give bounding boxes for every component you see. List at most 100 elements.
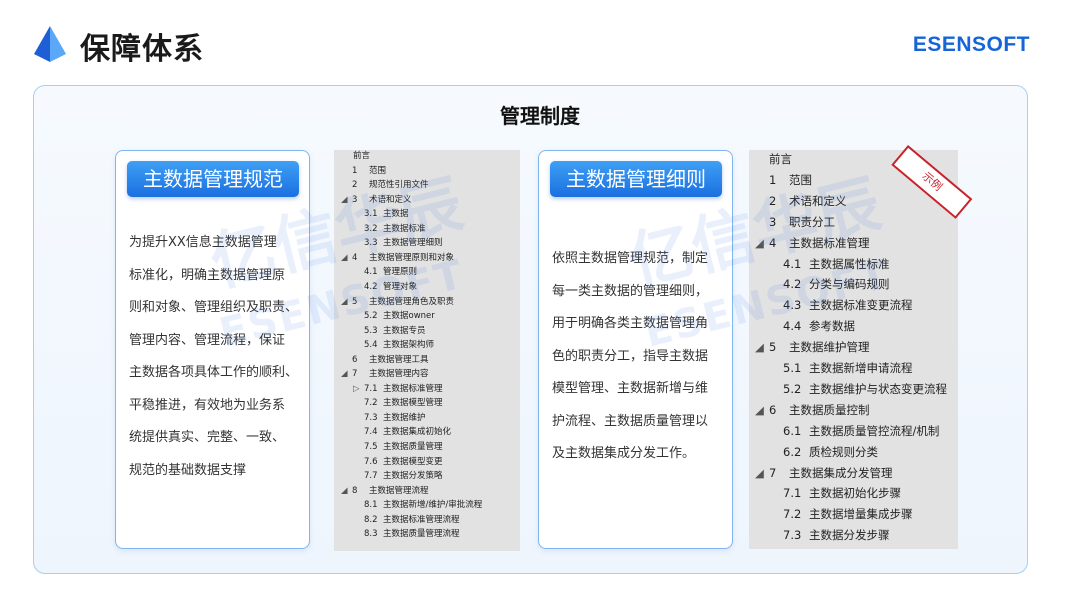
- toc-entry: 4.2 分类与编码规则: [783, 274, 890, 294]
- toc-text: 主数据标准: [383, 223, 426, 234]
- toc-entry: 3 职责分工: [769, 212, 835, 232]
- toc-number: 3.3: [364, 238, 378, 249]
- toc-entry: 1 范围: [352, 164, 386, 178]
- toc-number: 4.3: [783, 298, 802, 313]
- toc-text: 范围: [789, 172, 812, 187]
- collapsed-arrow-icon[interactable]: ▷: [353, 382, 364, 396]
- card-title: 主数据管理细则: [550, 161, 722, 197]
- toc-number: 3.2: [364, 223, 378, 234]
- toc-entry: 7.5 主数据质量管理: [364, 440, 443, 454]
- toc-number: 5: [769, 340, 777, 355]
- toc-text: 前言: [353, 151, 371, 161]
- toc-entry: 8.1 主数据新增/维护/审批流程: [364, 498, 482, 512]
- toc-text: 范围: [369, 165, 387, 176]
- toc-entry: 2 术语和定义: [769, 191, 847, 211]
- toc-text: 分类与编码规则: [809, 277, 890, 292]
- toc-number: 4.2: [783, 277, 802, 292]
- toc-text: 主数据专员: [383, 325, 426, 336]
- expanded-arrow-icon[interactable]: ◢: [341, 193, 352, 207]
- toc-text: 主数据模型管理: [383, 398, 443, 409]
- toc-number: 2: [769, 193, 777, 208]
- toc-number: 4.4: [783, 319, 802, 334]
- expanded-arrow-icon[interactable]: ◢: [755, 337, 769, 357]
- toc-text: 主数据集成初始化: [383, 427, 452, 438]
- toc-text: 主数据初始化步骤: [809, 486, 901, 501]
- toc-number: 5: [352, 296, 358, 307]
- toc-entry: ◢ 5 主数据管理角色及职责: [341, 295, 454, 309]
- toc-number: 5.3: [364, 325, 378, 336]
- toc-number: 6: [352, 354, 358, 365]
- toc-text: 规范性引用文件: [369, 180, 429, 191]
- toc-text: 主数据管理细则: [383, 238, 443, 249]
- toc-entry: 4.4 参考数据: [783, 316, 855, 336]
- card-title: 主数据管理规范: [127, 161, 299, 197]
- page-title: 保障体系: [80, 32, 204, 67]
- toc-text: 主数据质量管理流程: [383, 529, 460, 540]
- toc-entry: 7.7 主数据分发策略: [364, 469, 443, 483]
- expanded-arrow-icon[interactable]: ◢: [755, 400, 769, 420]
- toc-entry: 7.6 主数据模型变更: [364, 455, 443, 469]
- toc-number: 7.6: [364, 456, 378, 467]
- toc-text: 主数据标准管理流程: [383, 514, 460, 525]
- toc-number: 4: [352, 252, 358, 263]
- toc-text: 主数据维护与状态变更流程: [809, 381, 947, 396]
- toc-entry: 4.3 主数据标准变更流程: [783, 295, 913, 315]
- toc-entry: 3.3 主数据管理细则: [364, 236, 443, 250]
- toc-entry: ◢ 4 主数据管理原则和对象: [341, 251, 454, 265]
- toc-entry: 4.1 主数据属性标准: [783, 254, 890, 274]
- toc-entry: 6.1 主数据质量管控流程/机制: [783, 421, 939, 441]
- toc-entry: 5.3 主数据专员: [364, 324, 426, 338]
- toc-number: 5.2: [783, 381, 802, 396]
- toc-entry: 前言: [353, 150, 370, 163]
- toc-entry: ◢ 4 主数据标准管理: [755, 233, 870, 253]
- toc-number: 7.3: [783, 528, 802, 543]
- toc-text: 主数据标准管理: [383, 383, 443, 394]
- card-description: 为提升XX信息主数据管理 标准化，明确主数据管理原 则和对象、管理组织及职责、 …: [129, 235, 299, 478]
- toc-text: 主数据管理角色及职责: [369, 296, 455, 307]
- toc-entry: 6.2 质检规则分类: [783, 442, 878, 462]
- toc-number: 7.7: [364, 471, 378, 482]
- toc-text: 主数据标准变更流程: [809, 298, 913, 313]
- toc-number: 8.2: [364, 514, 378, 525]
- toc-number: 6.1: [783, 423, 802, 438]
- toc-number: 3.1: [364, 209, 378, 220]
- toc-entry: 6 主数据管理工具: [352, 353, 429, 367]
- toc-number: 7.4: [364, 427, 378, 438]
- toc-entry: 4.2 管理对象: [364, 280, 417, 294]
- toc-number: 7.3: [364, 412, 378, 423]
- toc-number: 5.1: [783, 361, 802, 375]
- expanded-arrow-icon[interactable]: ◢: [341, 295, 352, 309]
- toc-entry: 7.4 主数据集成初始化: [364, 425, 451, 439]
- toc-entry: 7.3 主数据维护: [364, 411, 426, 425]
- expanded-arrow-icon[interactable]: ◢: [341, 484, 352, 498]
- toc-text: 主数据维护: [383, 412, 426, 423]
- toc-text: 主数据维护管理: [789, 340, 870, 355]
- toc-number: 7.1: [783, 486, 802, 501]
- toc-text: 主数据集成分发管理: [789, 465, 893, 480]
- blue-prism-logo-icon: [34, 26, 66, 62]
- expanded-arrow-icon[interactable]: ◢: [341, 251, 352, 265]
- toc-number: 8: [352, 485, 358, 496]
- toc-entry: 5.2 主数据维护与状态变更流程: [783, 379, 947, 399]
- toc-text: 主数据管理原则和对象: [369, 252, 455, 263]
- toc-text: 管理原则: [383, 267, 418, 278]
- panel-title: 管理制度: [500, 104, 580, 128]
- expanded-arrow-icon[interactable]: ◢: [755, 463, 769, 483]
- expanded-arrow-icon[interactable]: ◢: [755, 233, 769, 253]
- document-toc-spec: 前言 1 范围 2 规范性引用文件 ◢ 3 术语和定义 3.1 主数据 3.2 主数据标准 3.3 主数据…: [334, 150, 520, 551]
- toc-entry: 7.3 主数据分发步骤: [783, 525, 890, 545]
- toc-entry: 5.4 主数据架构师: [364, 338, 434, 352]
- toc-text: 主数据新增申请流程: [809, 361, 913, 375]
- toc-entry: ◢ 3 术语和定义: [341, 193, 412, 207]
- toc-entry: ▷ 7.1 主数据标准管理: [353, 382, 443, 396]
- toc-text: 主数据质量控制: [789, 402, 870, 417]
- toc-entry: 3.1 主数据: [364, 207, 409, 221]
- toc-entry: ◢ 8 主数据管理流程: [341, 484, 429, 498]
- expanded-arrow-icon[interactable]: ◢: [341, 367, 352, 381]
- toc-text: 职责分工: [789, 214, 835, 229]
- toc-number: 1: [352, 165, 358, 176]
- toc-entry: ◢ 7 主数据集成分发管理: [755, 463, 893, 483]
- card-description: 依照主数据管理规范，制定 每一类主数据的管理细则， 用于明确各类主数据管理角 色…: [552, 251, 709, 461]
- toc-text: 主数据属性标准: [809, 256, 890, 271]
- toc-text: 主数据管理工具: [369, 354, 429, 365]
